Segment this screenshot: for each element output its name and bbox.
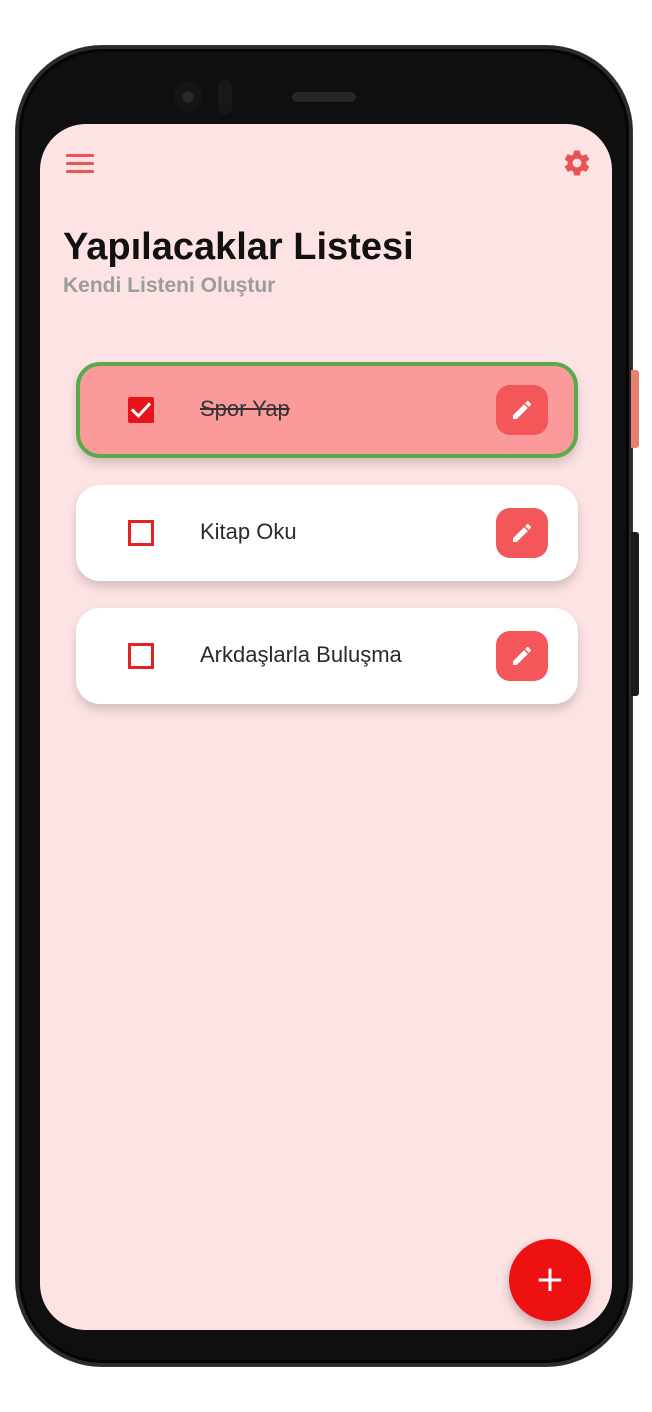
volume-button	[631, 532, 639, 696]
power-button	[631, 370, 639, 448]
add-task-button[interactable]: +	[509, 1239, 591, 1321]
check-icon	[130, 402, 152, 419]
plus-icon: +	[534, 1259, 566, 1300]
task-label: Spor Yap	[200, 396, 290, 421]
edit-task-button[interactable]	[496, 631, 548, 681]
edit-task-button[interactable]	[496, 508, 548, 558]
pencil-icon	[513, 523, 532, 542]
sensor	[218, 80, 232, 114]
gear-icon[interactable]	[562, 148, 592, 178]
task-item-completed[interactable]: Spor Yap	[76, 362, 578, 458]
page-title: Yapılacaklar Listesi	[63, 226, 414, 268]
task-item[interactable]: Arkdaşlarla Buluşma	[76, 608, 578, 704]
edit-task-button[interactable]	[496, 385, 548, 435]
task-checkbox[interactable]	[128, 520, 154, 546]
menu-icon[interactable]	[66, 154, 94, 174]
page-subtitle: Kendi Listeni Oluştur	[63, 274, 276, 297]
front-camera	[173, 82, 203, 112]
task-checkbox[interactable]	[128, 643, 154, 669]
earpiece-speaker	[292, 92, 356, 102]
task-checkbox-checked[interactable]	[128, 397, 154, 423]
task-label: Arkdaşlarla Buluşma	[200, 642, 402, 667]
task-label: Kitap Oku	[200, 519, 297, 544]
task-item[interactable]: Kitap Oku	[76, 485, 578, 581]
pencil-icon	[513, 646, 532, 665]
app-screen: Yapılacaklar Listesi Kendi Listeni Oluşt…	[40, 124, 612, 1330]
pencil-icon	[513, 400, 532, 419]
